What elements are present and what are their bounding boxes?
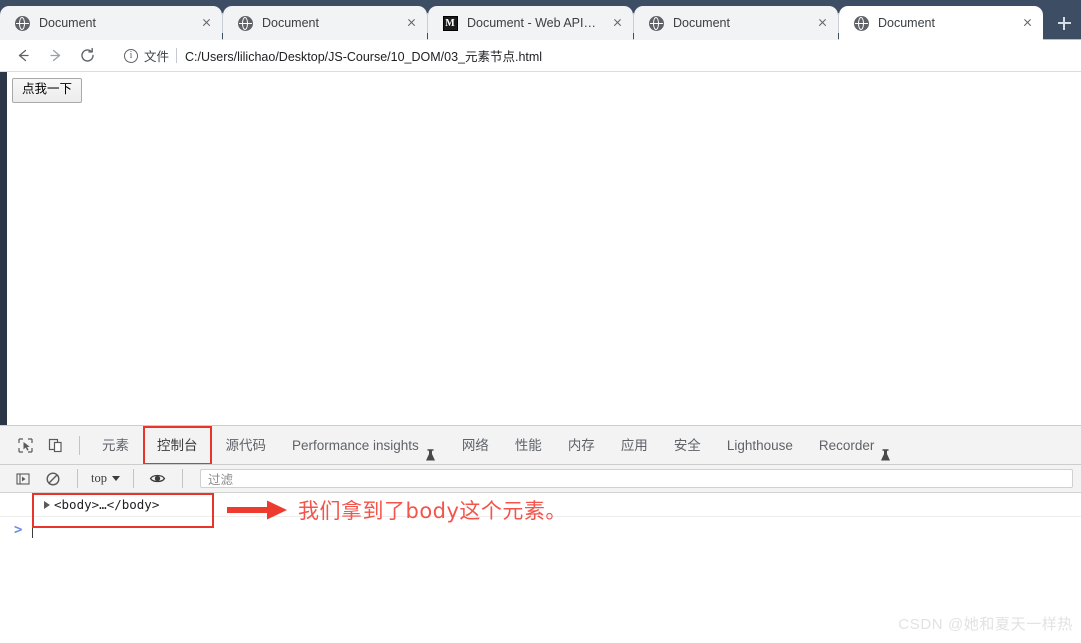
tab-close-icon[interactable] <box>196 13 216 33</box>
live-expression-icon[interactable] <box>143 464 173 494</box>
devtools-tabbar: 元素 控制台 源代码 Performance insights 网络 性能 内存 应用 安全 Li… <box>0 426 1081 465</box>
forward-arrow-icon[interactable] <box>42 43 68 69</box>
click-me-button[interactable]: 点我一下 <box>12 78 83 103</box>
site-info-icon[interactable]: i <box>124 48 138 63</box>
experiment-beaker-icon <box>425 439 436 461</box>
devtools-tabbar-divider <box>79 435 80 455</box>
experiment-beaker-icon <box>880 439 891 461</box>
omnibox-divider <box>176 48 178 63</box>
devtools-tab[interactable]: Performance insights <box>279 427 449 464</box>
devtools-tab[interactable]: 应用 <box>608 427 661 464</box>
console-toolbar-divider-3 <box>181 469 183 488</box>
reload-icon[interactable] <box>74 43 100 69</box>
globe-icon <box>648 15 664 31</box>
devtools-tab[interactable]: 源代码 <box>213 427 280 464</box>
browser-titlebar: Document Document M Document - Web APIs | M… <box>0 0 1081 40</box>
browser-tab-title: Document <box>39 16 96 30</box>
console-toolbar-divider-2 <box>132 469 134 488</box>
browser-tab[interactable]: M Document - Web APIs | MDN <box>428 6 633 40</box>
tab-close-icon[interactable] <box>607 13 627 33</box>
red-right-arrow-icon <box>227 498 289 522</box>
js-context-selector[interactable]: top <box>87 471 124 486</box>
browser-tab[interactable]: Document <box>839 6 1043 40</box>
console-toolbar-divider-1 <box>77 469 78 488</box>
devtools-panel: 元素 控制台 源代码 Performance insights 网络 性能 内存 应用 安全 Li… <box>0 425 1081 642</box>
page-viewport: 点我一下 <box>0 72 1081 425</box>
console-sidebar-icon[interactable] <box>8 464 38 494</box>
csdn-watermark: CSDN @她和夏天一样热 <box>898 616 1073 633</box>
browser-tab[interactable]: Document <box>0 6 222 40</box>
devtools-tab-label: 性能 <box>514 437 542 453</box>
omnibox-scheme-label: 文件 <box>144 50 170 64</box>
clear-console-icon[interactable] <box>38 464 68 494</box>
omnibox-url-text[interactable]: C:/Users/lilichao/Desktop/JS-Course/10_D… <box>185 46 1063 65</box>
browser-toolbar: i 文件 C:/Users/lilichao/Desktop/JS-Course… <box>0 40 1081 72</box>
globe-icon <box>853 15 869 31</box>
mdn-icon: M <box>442 15 458 31</box>
browser-tab-title: Document <box>262 16 319 30</box>
globe-icon <box>14 15 30 31</box>
new-tab-button[interactable] <box>1049 8 1079 38</box>
console-toolbar: top 过滤 <box>0 465 1081 493</box>
devtools-tab-label: 内存 <box>567 437 595 453</box>
devtools-tab-label: Recorder <box>818 437 875 453</box>
expand-triangle-icon[interactable] <box>44 501 50 509</box>
devtools-tab[interactable]: 网络 <box>449 427 502 464</box>
back-arrow-icon[interactable] <box>10 43 36 69</box>
devtools-tab-label: 源代码 <box>225 437 267 453</box>
devtools-tab[interactable]: 元素 <box>89 427 142 464</box>
tab-strip: Document Document M Document - Web APIs | M… <box>0 6 1081 40</box>
chevron-down-icon <box>111 476 120 481</box>
browser-tab[interactable]: Document <box>634 6 838 40</box>
devtools-tab[interactable]: 安全 <box>661 427 714 464</box>
browser-tab-title: Document - Web APIs | MDN <box>467 16 599 30</box>
console-prompt-caret: > <box>14 522 23 538</box>
console-filter-placeholder: 过滤 <box>207 473 233 487</box>
device-toolbar-icon[interactable] <box>40 430 70 460</box>
devtools-tab-label: Lighthouse <box>726 437 793 453</box>
browser-tab[interactable]: Document <box>223 6 427 40</box>
annotation-text: 我们拿到了body这个元素。 <box>298 499 567 523</box>
devtools-tab-label: 安全 <box>673 437 701 453</box>
console-output-text: <body>…</body> <box>54 497 160 512</box>
browser-tab-title: Document <box>673 16 730 30</box>
devtools-tab-label: 应用 <box>620 437 648 453</box>
console-text-cursor <box>32 522 34 538</box>
inspect-element-icon[interactable] <box>10 430 40 460</box>
browser-window: Document Document M Document - Web APIs | M… <box>0 0 1081 643</box>
console-filter-input[interactable]: 过滤 <box>199 469 1073 488</box>
devtools-tab-label: Performance insights <box>292 437 419 453</box>
devtools-tab[interactable]: Recorder <box>806 427 905 464</box>
devtools-tab-label: 元素 <box>102 437 129 453</box>
devtools-tab-label: 控制台 <box>157 437 198 453</box>
tab-close-icon[interactable] <box>401 13 421 33</box>
tab-close-icon[interactable] <box>1017 13 1037 33</box>
address-bar[interactable]: i 文件 C:/Users/lilichao/Desktop/JS-Course… <box>114 43 1073 68</box>
devtools-tab[interactable]: 内存 <box>555 427 608 464</box>
devtools-tab[interactable]: 控制台 <box>143 426 212 464</box>
tab-close-icon[interactable] <box>812 13 832 33</box>
devtools-tab[interactable]: 性能 <box>502 427 555 464</box>
devtools-tab-label: 网络 <box>461 437 489 453</box>
devtools-tab[interactable]: Lighthouse <box>714 427 806 464</box>
js-context-value: top <box>91 471 107 485</box>
browser-tab-title: Document <box>878 16 935 30</box>
devtools-tab-list: 元素 控制台 源代码 Performance insights 网络 性能 内存 应用 安全 Li… <box>89 426 905 464</box>
globe-icon <box>237 15 253 31</box>
